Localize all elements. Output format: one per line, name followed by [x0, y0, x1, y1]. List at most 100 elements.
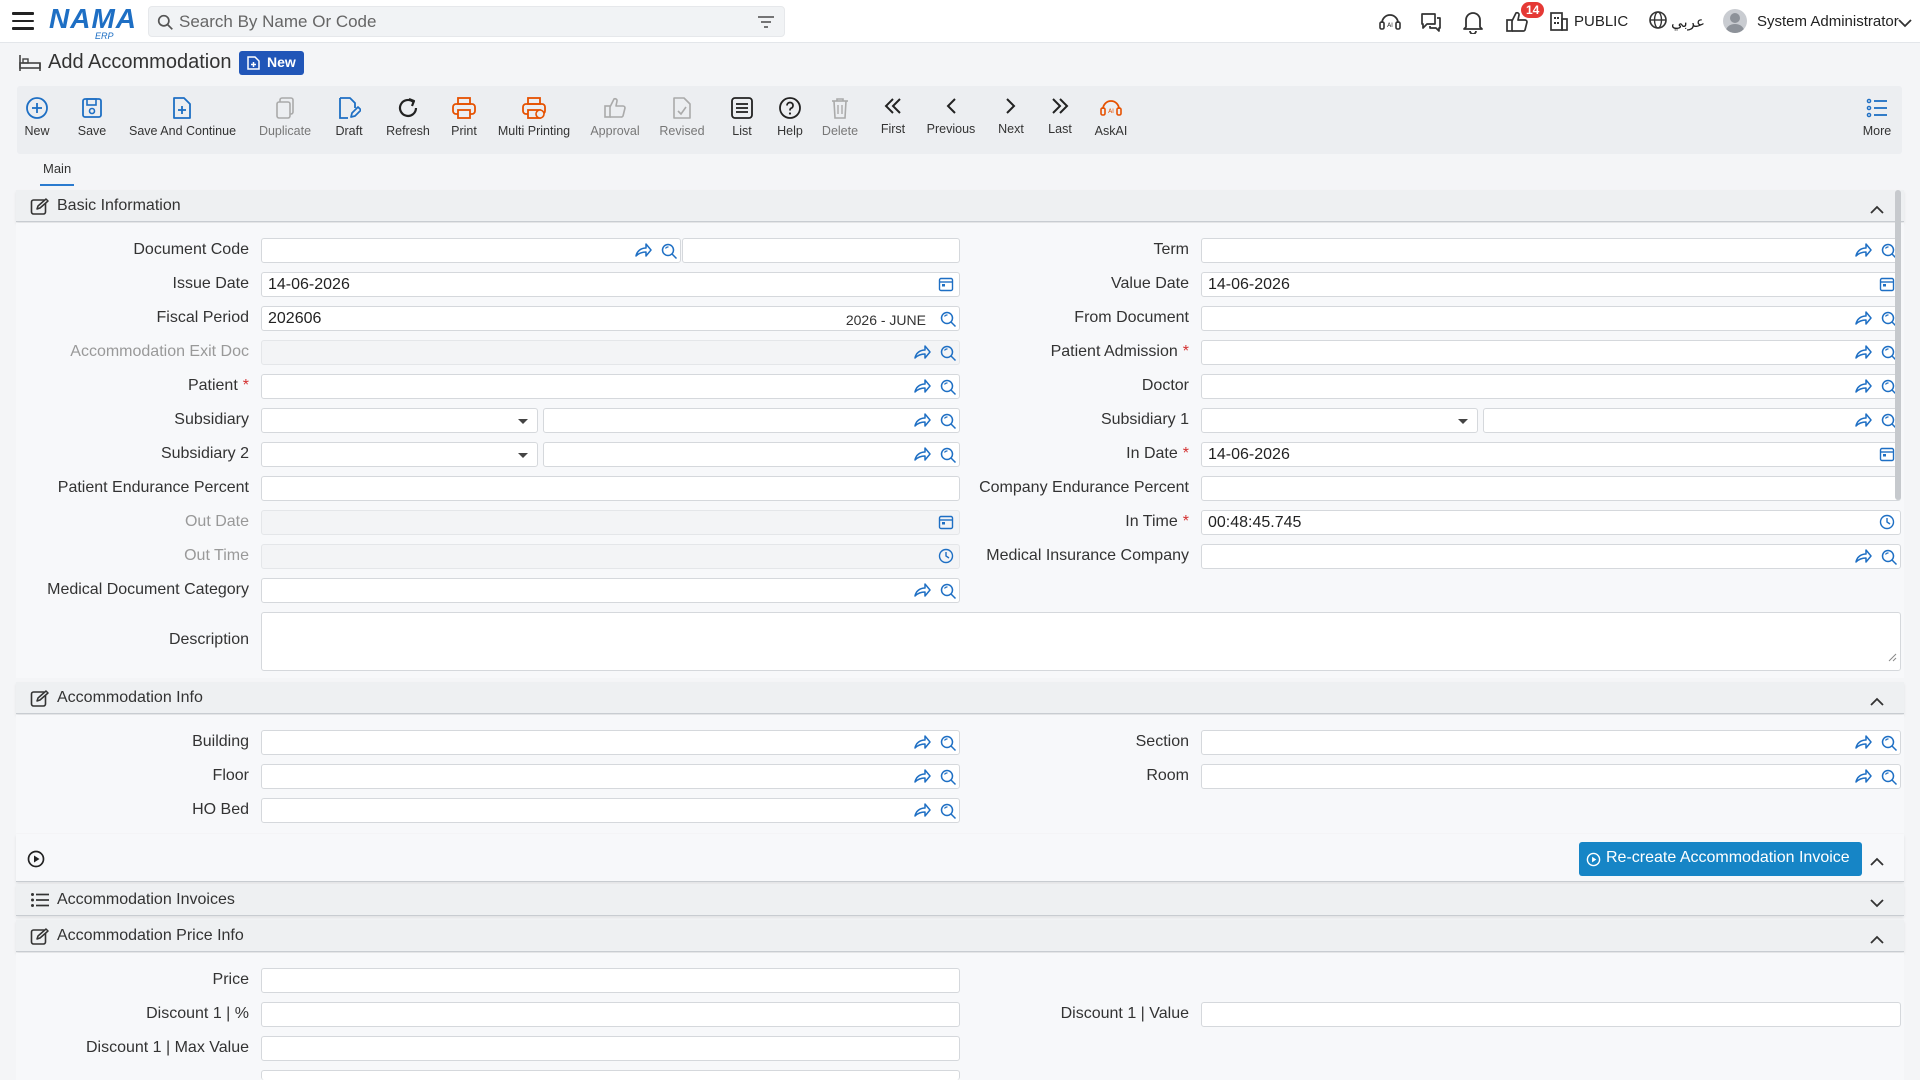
calendar-icon[interactable]	[1879, 446, 1895, 462]
fiscal-period-field[interactable]: 202606 2026 - JUNE	[261, 306, 960, 331]
scrollbar[interactable]	[1895, 190, 1901, 500]
share-icon[interactable]	[913, 582, 931, 600]
clock-icon[interactable]	[1879, 514, 1895, 530]
tab-main[interactable]: Main	[40, 161, 75, 186]
share-icon[interactable]	[913, 734, 931, 752]
share-icon[interactable]	[913, 802, 931, 820]
section-field[interactable]	[1201, 730, 1901, 755]
new-button[interactable]: New	[19, 94, 55, 138]
medical-document-category-field[interactable]	[261, 578, 960, 603]
print-button[interactable]: Print	[445, 94, 483, 138]
lookup-icon[interactable]	[939, 582, 957, 600]
discount1-percent-field[interactable]	[261, 1002, 960, 1027]
list-button[interactable]: List	[726, 94, 758, 138]
building-field[interactable]	[261, 730, 960, 755]
chat-icon[interactable]	[1419, 10, 1443, 39]
share-icon[interactable]	[913, 446, 931, 464]
ho-bed-field[interactable]	[261, 798, 960, 823]
avatar[interactable]	[1723, 9, 1747, 33]
term-field[interactable]	[1201, 238, 1901, 263]
share-icon[interactable]	[1854, 768, 1872, 786]
delete-button[interactable]: Delete	[820, 94, 860, 138]
lookup-icon[interactable]	[1880, 548, 1898, 566]
filter-icon[interactable]	[758, 15, 774, 34]
chevron-up-icon[interactable]	[1870, 201, 1884, 219]
share-icon[interactable]	[1854, 344, 1872, 362]
previous-button[interactable]: Previous	[926, 92, 976, 136]
ask-ai-button[interactable]: AI AskAI	[1091, 94, 1131, 138]
floor-field[interactable]	[261, 764, 960, 789]
language-switch[interactable]: عربي	[1671, 13, 1705, 31]
ai-support-icon[interactable]: AI	[1378, 10, 1402, 39]
document-code-name-field[interactable]	[682, 238, 960, 263]
calendar-icon[interactable]	[1879, 276, 1895, 292]
lookup-icon[interactable]	[939, 734, 957, 752]
description-textarea[interactable]	[261, 612, 1901, 671]
play-icon[interactable]	[27, 850, 45, 873]
share-icon[interactable]	[1854, 310, 1872, 328]
lookup-icon[interactable]	[939, 378, 957, 396]
last-button[interactable]: Last	[1044, 92, 1076, 136]
patient-admission-field[interactable]	[1201, 340, 1901, 365]
out-date-field[interactable]	[261, 510, 960, 535]
lookup-icon[interactable]	[660, 242, 678, 260]
medical-insurance-company-field[interactable]	[1201, 544, 1901, 569]
resize-handle-icon[interactable]	[1888, 649, 1897, 667]
duplicate-button[interactable]: Duplicate	[256, 94, 314, 138]
search-input[interactable]	[179, 11, 739, 33]
chevron-down-icon[interactable]	[1898, 15, 1912, 33]
room-field[interactable]	[1201, 764, 1901, 789]
price-field[interactable]	[261, 968, 960, 993]
approval-button[interactable]: Approval	[588, 94, 642, 138]
share-icon[interactable]	[634, 242, 652, 260]
bell-icon[interactable]	[1462, 10, 1484, 39]
menu-icon[interactable]	[12, 12, 34, 30]
share-icon[interactable]	[1854, 378, 1872, 396]
calendar-icon[interactable]	[938, 276, 954, 292]
company-label[interactable]: PUBLIC	[1574, 13, 1628, 30]
next-field-partial[interactable]	[261, 1070, 960, 1080]
chevron-up-icon[interactable]	[1870, 931, 1884, 949]
subsidiary-2-field[interactable]	[543, 442, 960, 467]
calendar-icon[interactable]	[938, 514, 954, 530]
section-basic-information[interactable]: Basic Information	[16, 190, 1904, 222]
user-name[interactable]: System Administrator	[1757, 13, 1899, 30]
issue-date-field[interactable]: 14-06-2026	[261, 272, 960, 297]
subsidiary-field[interactable]	[543, 408, 960, 433]
share-icon[interactable]	[913, 344, 931, 362]
accommodation-exit-doc-field[interactable]	[261, 340, 960, 365]
section-accommodation-price-info[interactable]: Accommodation Price Info	[16, 920, 1904, 952]
subsidiary-1-type-select[interactable]	[1201, 408, 1478, 433]
chevron-down-icon[interactable]	[1870, 895, 1884, 913]
first-button[interactable]: First	[877, 92, 909, 136]
app-logo[interactable]: NAMA ERP	[49, 5, 137, 42]
discount1-value-field[interactable]	[1201, 1002, 1901, 1027]
subsidiary-2-type-select[interactable]	[261, 442, 538, 467]
share-icon[interactable]	[1854, 548, 1872, 566]
patient-endurance-percent-field[interactable]	[261, 476, 960, 501]
draft-button[interactable]: Draft	[330, 94, 368, 138]
discount1-max-value-field[interactable]	[261, 1036, 960, 1061]
document-code-field[interactable]	[261, 238, 681, 263]
lookup-icon[interactable]	[939, 802, 957, 820]
chevron-up-icon[interactable]	[1870, 693, 1884, 711]
share-icon[interactable]	[913, 768, 931, 786]
recreate-accommodation-invoice-button[interactable]: Re-create Accommodation Invoice	[1579, 842, 1862, 876]
lookup-icon[interactable]	[939, 768, 957, 786]
company-endurance-percent-field[interactable]	[1201, 476, 1901, 501]
section-accommodation-info[interactable]: Accommodation Info	[16, 682, 1904, 714]
from-document-field[interactable]	[1201, 306, 1901, 331]
lookup-icon[interactable]	[939, 412, 957, 430]
clock-icon[interactable]	[938, 548, 954, 564]
refresh-button[interactable]: Refresh	[382, 94, 434, 138]
lookup-icon[interactable]	[1880, 768, 1898, 786]
value-date-field[interactable]: 14-06-2026	[1201, 272, 1901, 297]
save-and-continue-button[interactable]: Save And Continue	[129, 94, 236, 138]
patient-field[interactable]	[261, 374, 960, 399]
help-button[interactable]: Help	[772, 94, 808, 138]
subsidiary-type-select[interactable]	[261, 408, 538, 433]
next-button[interactable]: Next	[995, 92, 1027, 136]
share-icon[interactable]	[1854, 412, 1872, 430]
out-time-field[interactable]	[261, 544, 960, 569]
share-icon[interactable]	[1854, 734, 1872, 752]
